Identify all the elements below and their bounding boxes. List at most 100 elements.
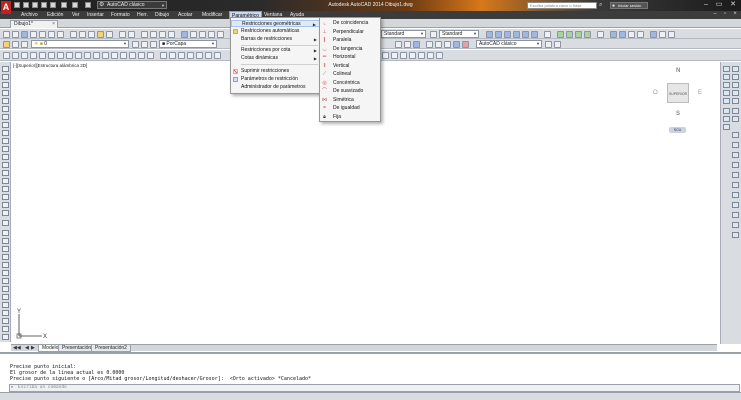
rectangle-icon[interactable]: [2, 98, 9, 104]
dim-ordinate-icon[interactable]: [187, 52, 194, 59]
menu-item-perpendicular[interactable]: ⊥ Perpendicular: [320, 28, 380, 37]
snap-nearest-icon[interactable]: [129, 52, 136, 59]
snap-perpendicular-icon[interactable]: [93, 52, 100, 59]
pan-icon[interactable]: [141, 31, 148, 38]
menu-modificar[interactable]: Modificar: [200, 11, 224, 19]
fillet-icon[interactable]: [2, 326, 9, 332]
menu-item-vertical[interactable]: ‖ Vertical: [320, 62, 380, 71]
ucs-face-icon[interactable]: [409, 52, 416, 59]
open-icon[interactable]: [12, 31, 19, 38]
menu-formato[interactable]: Formato: [109, 11, 132, 19]
interfere-icon[interactable]: [732, 132, 739, 138]
search-icon[interactable]: ⌕: [599, 2, 605, 8]
spline-icon[interactable]: [2, 130, 9, 136]
menu-herr[interactable]: Herr.: [135, 11, 150, 19]
view-left-icon[interactable]: [504, 31, 511, 38]
snap-extension-icon[interactable]: [57, 52, 64, 59]
snap-from-icon[interactable]: [12, 52, 19, 59]
view-back-icon[interactable]: [531, 31, 538, 38]
tp-icon[interactable]: [395, 41, 402, 48]
separate-icon[interactable]: [732, 212, 739, 218]
zoom-window-icon[interactable]: [159, 31, 166, 38]
explode-icon[interactable]: [2, 334, 9, 340]
preview-icon[interactable]: [39, 31, 46, 38]
dim-arc-icon[interactable]: [178, 52, 185, 59]
intersect-icon[interactable]: [723, 116, 730, 122]
align-icon[interactable]: [732, 142, 739, 148]
document-tab[interactable]: Dibujo1* ×: [10, 20, 58, 28]
point-icon[interactable]: [2, 170, 9, 176]
stretch-icon[interactable]: [2, 294, 9, 300]
snap-intersection-icon[interactable]: [39, 52, 46, 59]
dim-linear-icon[interactable]: [160, 52, 167, 59]
polygon-icon[interactable]: [2, 90, 9, 96]
iso-nw-icon[interactable]: [584, 31, 591, 38]
shaded-icon[interactable]: [444, 41, 451, 48]
login-button[interactable]: ● Iniciar sesión: [610, 2, 648, 9]
close-icon[interactable]: ×: [52, 21, 55, 28]
offset-icon[interactable]: [2, 254, 9, 260]
menu-item-paralela[interactable]: ∥ Paralela: [320, 36, 380, 45]
new-icon[interactable]: [3, 31, 10, 38]
arc-icon[interactable]: [2, 106, 9, 112]
extrude-icon[interactable]: [723, 74, 730, 80]
move-icon[interactable]: [2, 270, 9, 276]
menu-item-de-tangencia[interactable]: ◡ De tangencia: [320, 45, 380, 54]
realistic-icon[interactable]: [453, 41, 460, 48]
union-icon[interactable]: [723, 108, 730, 114]
layer-select[interactable]: ☀ ■ 0 ▼: [31, 40, 129, 48]
torus-icon[interactable]: [732, 98, 739, 104]
slice-icon[interactable]: [732, 116, 739, 122]
view-right-icon[interactable]: [513, 31, 520, 38]
menu-item-restricciones-geometricas[interactable]: Restricciones geométricas ▶: [231, 20, 320, 27]
snap-apparent-icon[interactable]: [48, 52, 55, 59]
scale-icon[interactable]: [2, 286, 9, 292]
cone-icon[interactable]: [732, 90, 739, 96]
check-icon[interactable]: [732, 222, 739, 228]
customize-icon[interactable]: [554, 41, 561, 48]
shell-icon[interactable]: [732, 192, 739, 198]
revcloud-icon[interactable]: [2, 122, 9, 128]
block-editor-icon[interactable]: [106, 31, 113, 38]
sphere-icon[interactable]: [732, 82, 739, 88]
table-icon[interactable]: [2, 202, 9, 208]
menu-edicion[interactable]: Edición: [45, 11, 65, 19]
minimize-button[interactable]: –: [700, 1, 712, 9]
render-icon[interactable]: [619, 31, 626, 38]
redo-icon[interactable]: [128, 31, 135, 38]
zoom-previous-icon[interactable]: [168, 31, 175, 38]
snap-midpoint-icon[interactable]: [30, 52, 37, 59]
snap-tangent-icon[interactable]: [84, 52, 91, 59]
match-properties-icon[interactable]: [97, 31, 104, 38]
view-top-icon[interactable]: [486, 31, 493, 38]
extend-icon[interactable]: [2, 310, 9, 316]
command-input[interactable]: ▸ Escriba un comando: [9, 384, 740, 392]
copy-object-icon[interactable]: [2, 238, 9, 244]
3d-array-icon[interactable]: [732, 172, 739, 178]
paste-icon[interactable]: [88, 31, 95, 38]
cut-icon[interactable]: [70, 31, 77, 38]
add-selected-icon[interactable]: [2, 220, 9, 226]
next-tab-icon[interactable]: ▶: [31, 345, 35, 351]
iso-ne-icon[interactable]: [575, 31, 582, 38]
publish-icon[interactable]: [48, 31, 55, 38]
menu-item-suprimir-restricciones[interactable]: Suprimir restricciones: [231, 68, 320, 75]
menu-item-simetrica[interactable]: ⋈ Simétrica: [320, 96, 380, 105]
clean-icon[interactable]: [732, 232, 739, 238]
grid-icon[interactable]: [413, 41, 420, 48]
dim-radius-icon[interactable]: [196, 52, 203, 59]
ucs-object-icon[interactable]: [418, 52, 425, 59]
ellipse-icon[interactable]: [2, 138, 9, 144]
dimstyle-select[interactable]: Standard ▼: [381, 30, 426, 38]
3d-print-icon[interactable]: [57, 31, 64, 38]
imprint-icon[interactable]: [732, 202, 739, 208]
prev-tab-icon[interactable]: ◀: [25, 345, 29, 351]
dim-linear-r-icon[interactable]: [723, 66, 730, 72]
dim-aligned-r-icon[interactable]: [732, 66, 739, 72]
line-icon[interactable]: [2, 66, 9, 72]
hide-icon[interactable]: [426, 41, 433, 48]
osnap-settings-icon[interactable]: [147, 52, 154, 59]
cylinder-icon[interactable]: [723, 90, 730, 96]
save-icon[interactable]: [21, 31, 28, 38]
menu-item-de-igualdad[interactable]: = De igualdad: [320, 104, 380, 113]
